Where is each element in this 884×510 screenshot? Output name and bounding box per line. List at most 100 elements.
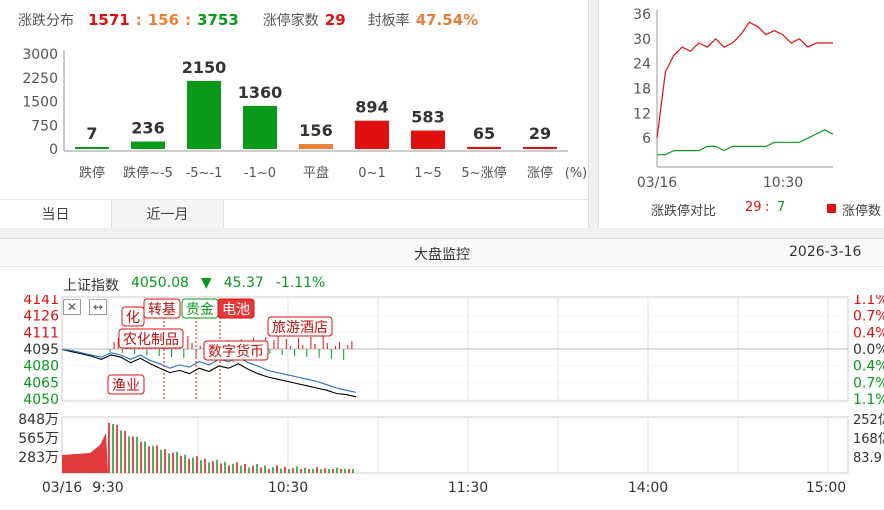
price-tick-left: 4050 [23, 392, 59, 408]
category-label: 涨停 [527, 165, 553, 181]
percent-unit-label: (%) [565, 166, 588, 181]
sep-1: : [135, 11, 142, 29]
seal-rate-label: 封板率 [367, 13, 410, 29]
event-tag-label: 转基 [148, 301, 176, 318]
volume-tick-right: 252亿 [853, 413, 884, 428]
event-tag-label: 贵金 [186, 302, 214, 318]
event-tag-label: 旅游酒店 [272, 320, 328, 336]
ratio-y-tick: 36 [633, 7, 651, 23]
price-tick-right: 0.4% [853, 325, 884, 341]
time-axis-label: 10:30 [268, 480, 308, 496]
limit-up-label: 涨停家数 [262, 13, 319, 29]
price-tick-right: 1.1% [853, 392, 884, 408]
ratio-y-tick: 6 [642, 131, 651, 147]
category-label: 5~涨停 [461, 165, 506, 181]
index-name: 上证指数 [63, 278, 119, 294]
ratio-y-tick: 18 [633, 82, 651, 98]
volume-tick-left: 565万 [18, 431, 59, 447]
bar[interactable] [131, 141, 165, 149]
time-axis-label: 03/16 [42, 480, 82, 496]
distribution-bar-chart: 0 750 1500 2250 3000 7 跌停 236 跌停~-5 2150 -5~-1 1360… [22, 47, 588, 181]
category-label: -1~0 [244, 166, 276, 181]
limit-up-count: 29 [324, 11, 346, 29]
volume-tick-right: 168亿 [853, 432, 884, 447]
price-tick-left: 4065 [23, 375, 59, 391]
event-tag-label: 化 [126, 310, 140, 326]
limit-ratio-line-chart: 6 12 18 24 30 36 03/16 10:30 [633, 7, 834, 191]
bar-value-label: 2150 [182, 58, 227, 77]
y-tick-label: 2250 [22, 71, 58, 87]
price-tick-right: 0.4% [853, 359, 884, 375]
time-axis-label: 14:00 [628, 480, 668, 496]
down-count: 3753 [197, 11, 239, 29]
volume-frame [61, 416, 849, 474]
bar-value-label: 7 [86, 124, 97, 143]
seal-rate: 47.54% [415, 11, 479, 29]
bar[interactable] [467, 146, 501, 149]
legend-label: 涨停数 [842, 204, 882, 219]
event-tag-label: 电池 [222, 302, 250, 318]
ratio-footer: 涨跌停对比 29 : 7 涨停数 [599, 200, 884, 220]
price-tick-left: 4126 [23, 309, 59, 325]
price-tick-left: 4095 [23, 342, 59, 358]
y-tick-label: 0 [49, 142, 58, 158]
distribution-header: 涨跌分布 1571 : 156 : 3753 涨停家数 29 封板率 47.54… [18, 10, 478, 30]
category-label: 跌停~-5 [123, 165, 173, 181]
y-tick-label: 750 [31, 118, 58, 134]
volume-tick-left: 848万 [18, 412, 59, 428]
ratio-y-tick: 24 [633, 57, 651, 73]
up-count: 1571 [88, 11, 130, 29]
bar[interactable] [187, 80, 221, 149]
flat-count: 156 [147, 11, 180, 29]
event-tag-label: 数字货币 [208, 343, 264, 360]
category-label: 1~5 [414, 166, 441, 181]
price-tick-left: 4111 [23, 325, 59, 341]
price-tick-right: 0.7% [853, 309, 884, 325]
price-tick-right: 1.1% [853, 295, 884, 308]
ratio-y-tick: 30 [633, 32, 651, 48]
price-tick-left: 4080 [23, 359, 59, 375]
category-label: -5~-1 [186, 166, 223, 181]
index-change: 45.37 [223, 275, 264, 291]
monitor-titlebar: 大盘监控 2026-3-16 [0, 239, 884, 267]
ratio-label: 涨跌停对比 [651, 204, 717, 219]
event-tag-label: 农化制品 [123, 332, 179, 348]
bar[interactable] [523, 147, 557, 149]
pre-open-volume [62, 433, 108, 473]
ratio-down: 7 [777, 200, 786, 215]
ratio-x-tick: 03/16 [637, 175, 677, 191]
tab-month[interactable]: 近一月 [112, 200, 224, 228]
event-tag-label: 渔业 [112, 378, 140, 394]
limit-down-series-line [657, 129, 834, 156]
monitor-date: 2026-3-16 [789, 244, 862, 260]
bar-value-label: 65 [473, 124, 495, 143]
intraday-chart: 4141 1.1% 4126 0.7% 4111 0.4% 4095 0.0% 4080 0.4%… [18, 295, 884, 496]
bar[interactable] [75, 147, 109, 149]
bar-value-label: 1360 [238, 83, 283, 102]
bar-value-label: 583 [411, 108, 444, 127]
category-label: 0~1 [358, 166, 385, 181]
volume-tick-left: 283万 [18, 450, 59, 466]
volume-tick-right: 83.9 [853, 451, 882, 466]
bar[interactable] [243, 105, 277, 149]
limit-ratio-panel: 6 12 18 24 30 36 03/16 10:30 涨跌停对比 29 : 7 涨停数 [598, 0, 884, 228]
distribution-title: 涨跌分布 [18, 13, 74, 29]
price-tick-right: 0.7% [853, 375, 884, 391]
index-summary: 上证指数 4050.08 ▼ 45.37 -1.11% [63, 275, 325, 295]
y-tick-label: 3000 [22, 47, 58, 63]
bar-value-label: 156 [299, 121, 332, 140]
bar[interactable] [299, 144, 333, 149]
monitor-title: 大盘监控 [414, 247, 470, 263]
bar-value-label: 894 [355, 98, 388, 117]
tab-today[interactable]: 当日 [0, 200, 112, 228]
category-label: 平盘 [303, 165, 329, 181]
distribution-panel: 涨跌分布 1571 : 156 : 3753 涨停家数 29 封板率 47.54… [0, 0, 589, 228]
bar-value-label: 29 [529, 124, 551, 143]
bar[interactable] [355, 120, 389, 149]
ratio-up: 29 [745, 200, 762, 215]
period-tabs: 当日 近一月 [0, 199, 589, 228]
price-tick-left: 4141 [23, 295, 59, 308]
bar[interactable] [411, 130, 445, 149]
bar-value-label: 236 [131, 119, 164, 138]
legend-swatch [827, 204, 836, 213]
